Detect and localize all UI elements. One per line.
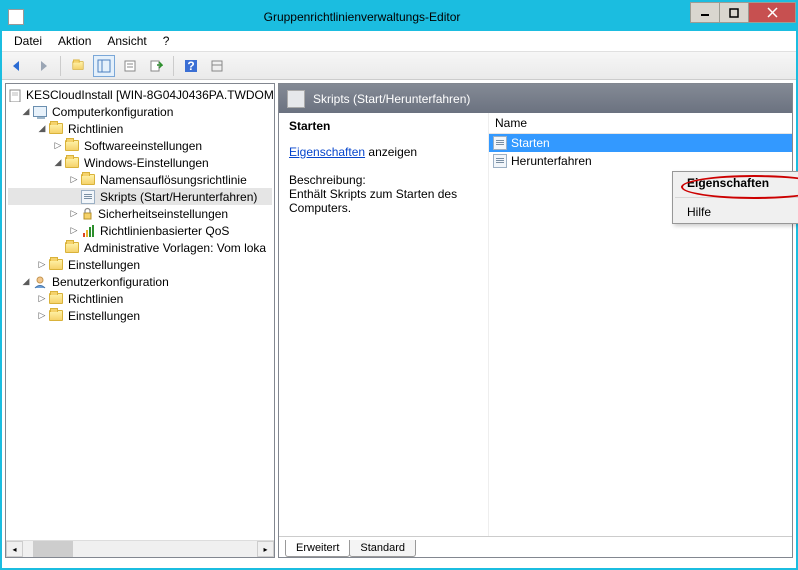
tree[interactable]: KESCloudInstall [WIN-8G04J0436PA.TWDOMA … [6,84,274,540]
menu-help[interactable]: ? [155,32,178,50]
help-icon[interactable]: ? [180,55,202,77]
column-header-name[interactable]: Name [489,113,792,134]
detail-selected-name: Starten [289,119,478,133]
tree-u-einstellungen[interactable]: ▷Einstellungen [8,307,272,324]
context-menu-properties[interactable]: Eigenschaften [673,172,798,194]
script-icon [493,154,507,168]
list-row-stop[interactable]: Herunterfahren [489,152,792,170]
tab-erweitert[interactable]: Erweitert [285,540,350,557]
menu-datei[interactable]: Datei [6,32,50,50]
scroll-thumb[interactable] [33,541,73,557]
tree-pane: KESCloudInstall [WIN-8G04J0436PA.TWDOMA … [5,83,275,558]
scroll-right-icon[interactable]: ▸ [257,541,274,557]
close-button[interactable] [748,2,796,23]
app-icon [8,9,24,25]
tree-qos[interactable]: ▷Richtlinienbasierter QoS [8,222,272,239]
tree-richtlinien[interactable]: ◢Richtlinien [8,120,272,137]
toolbar: ? [2,52,796,80]
description-label: Beschreibung: [289,173,478,187]
tree-root-label: KESCloudInstall [WIN-8G04J0436PA.TWDOMA [26,88,274,102]
tree-security[interactable]: ▷Sicherheitseinstellungen [8,205,272,222]
tab-standard[interactable]: Standard [349,540,416,557]
script-icon [493,136,507,150]
menu-separator [675,197,798,198]
tree-skripts[interactable]: Skripts (Start/Herunterfahren) [8,188,272,205]
titlebar: Gruppenrichtlinienverwaltungs-Editor [2,2,796,31]
properties-link[interactable]: Eigenschaften [289,145,365,159]
up-button[interactable] [67,55,89,77]
menu-ansicht[interactable]: Ansicht [99,32,154,50]
forward-button[interactable] [32,55,54,77]
tree-namens[interactable]: ▷Namensauflösungsrichtlinie [8,171,272,188]
context-menu-help[interactable]: Hilfe [673,201,798,223]
script-icon [287,90,305,108]
properties-button[interactable] [119,55,141,77]
tree-einstellungen[interactable]: ▷Einstellungen [8,256,272,273]
scroll-left-icon[interactable]: ◂ [6,541,23,557]
maximize-button[interactable] [719,2,749,23]
detail-list: Name Starten Herunterfahren Eigenschafte… [489,113,792,536]
tree-user-config[interactable]: ◢Benutzerkonfiguration [8,273,272,290]
list-row-start[interactable]: Starten [489,134,792,152]
filter-button[interactable] [206,55,228,77]
detail-header: Skripts (Start/Herunterfahren) [279,84,792,113]
menubar: Datei Aktion Ansicht ? [2,31,796,52]
tree-root[interactable]: KESCloudInstall [WIN-8G04J0436PA.TWDOMA [8,86,272,103]
tree-computer-config[interactable]: ◢Computerkonfiguration [8,103,272,120]
minimize-button[interactable] [690,2,720,23]
detail-pane: Skripts (Start/Herunterfahren) Starten E… [278,83,793,558]
svg-text:?: ? [187,59,194,73]
export-button[interactable] [145,55,167,77]
tree-u-richtlinien[interactable]: ▷Richtlinien [8,290,272,307]
window: Gruppenrichtlinienverwaltungs-Editor Dat… [0,0,798,570]
back-button[interactable] [6,55,28,77]
detail-tabs: Erweitert Standard [279,536,792,557]
tree-admin[interactable]: Administrative Vorlagen: Vom loka [8,239,272,256]
show-tree-button[interactable] [93,55,115,77]
menu-aktion[interactable]: Aktion [50,32,99,50]
detail-info: Starten Eigenschaften anzeigen Beschreib… [279,113,489,536]
window-title: Gruppenrichtlinienverwaltungs-Editor [28,10,796,24]
tree-scrollbar[interactable]: ◂ ▸ [6,540,274,557]
window-controls [691,2,796,23]
tree-windows[interactable]: ◢Windows-Einstellungen [8,154,272,171]
context-menu: Eigenschaften Hilfe [672,171,798,224]
detail-title: Skripts (Start/Herunterfahren) [313,92,470,106]
content-area: KESCloudInstall [WIN-8G04J0436PA.TWDOMA … [2,80,796,561]
tree-software[interactable]: ▷Softwareeinstellungen [8,137,272,154]
description-text: Enthält Skripts zum Starten des Computer… [289,187,478,215]
